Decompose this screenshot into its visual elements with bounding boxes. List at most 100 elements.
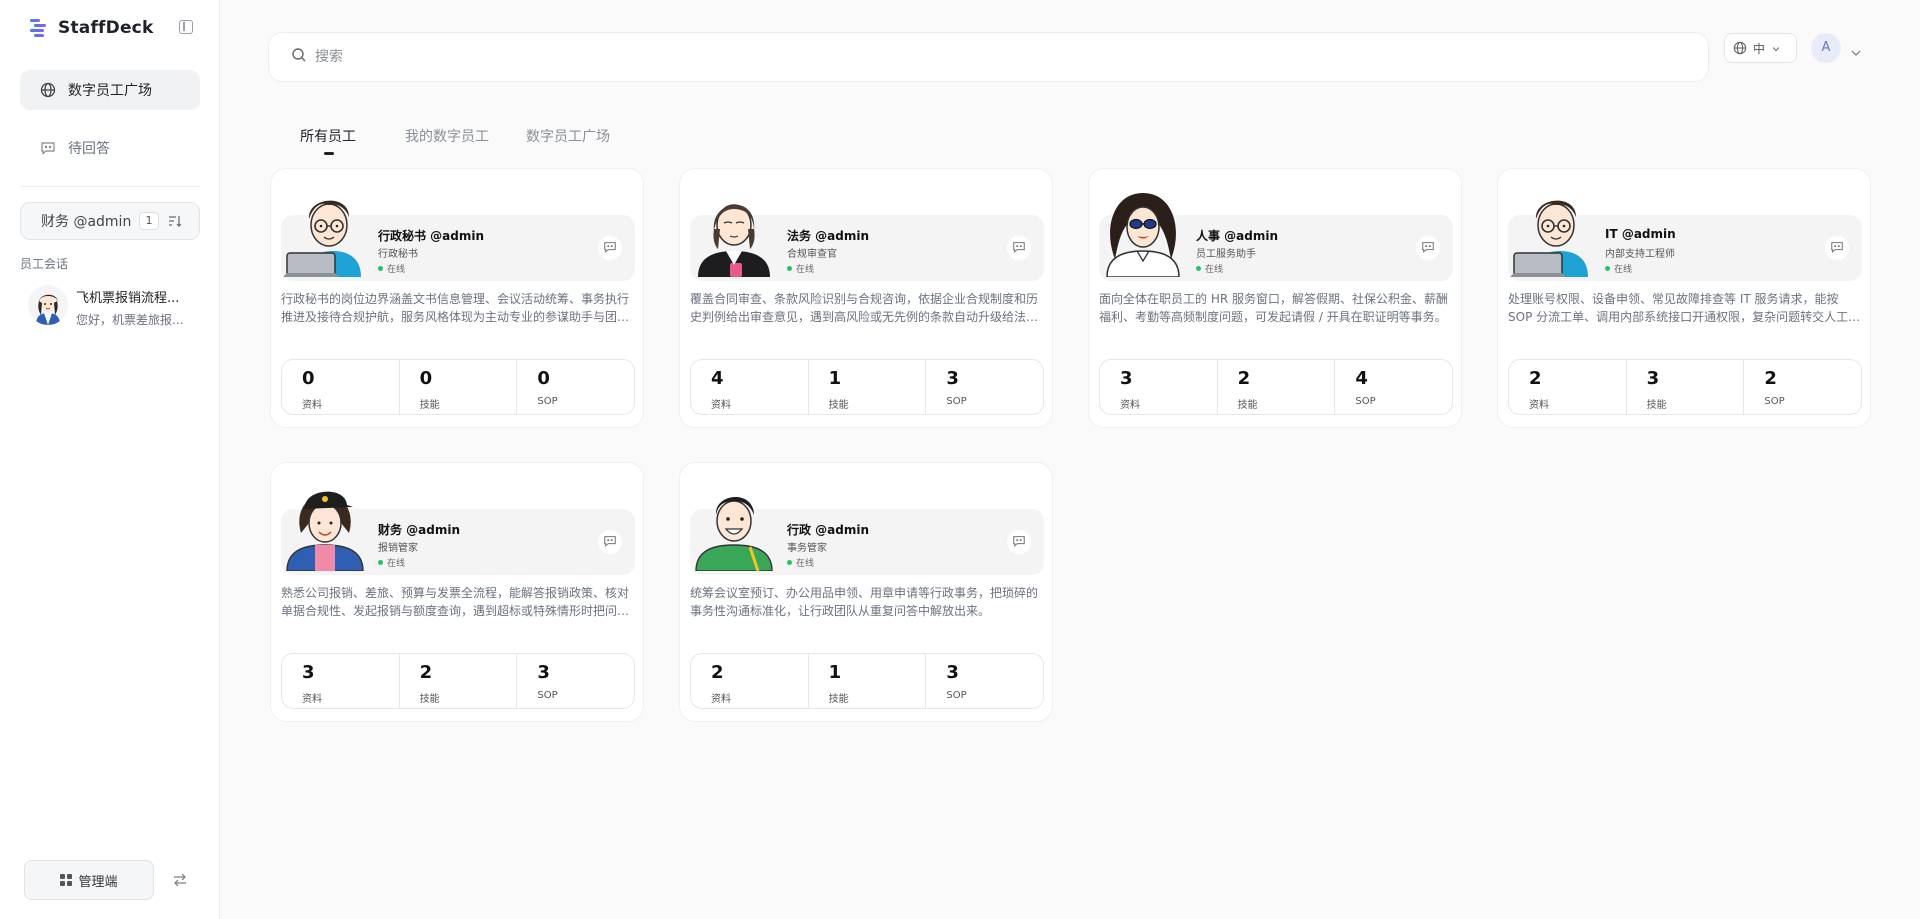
status-badge: 在线: [378, 556, 405, 569]
globe-icon: [40, 82, 56, 98]
stat-skills[interactable]: 1 技能: [809, 654, 927, 708]
status-badge: 在线: [787, 262, 814, 275]
user-avatar[interactable]: A: [1811, 33, 1841, 63]
search-bar[interactable]: [268, 32, 1709, 82]
employee-description: 处理账号权限、设备申领、常见故障排查等 IT 服务请求，能按 SOP 分流工单、…: [1508, 292, 1861, 324]
status-label: 在线: [796, 559, 815, 569]
employee-role: 报销管家: [378, 543, 418, 554]
sort-icon[interactable]: [167, 213, 183, 229]
stat-label: 技能: [419, 400, 440, 411]
stat-label: 技能: [1237, 400, 1258, 411]
nav-item-pending[interactable]: 待回答: [20, 128, 200, 168]
stat-docs[interactable]: 3 资料: [282, 654, 400, 708]
stat-skills[interactable]: 1 技能: [809, 360, 927, 414]
chevron-down-icon[interactable]: [1850, 43, 1862, 56]
stat-sop[interactable]: 3 SOP: [517, 654, 634, 708]
stat-docs[interactable]: 2 资料: [1509, 360, 1627, 414]
stat-value: 2: [419, 662, 433, 683]
swap-icon[interactable]: [172, 872, 188, 888]
nav-item-square[interactable]: 数字员工广场: [20, 70, 200, 110]
chat-button[interactable]: [1007, 530, 1031, 554]
tab-my-employees[interactable]: 我的数字员工: [405, 126, 489, 150]
chat-button[interactable]: [598, 530, 622, 554]
stat-value: 1: [828, 662, 842, 683]
sidebar: StaffDeck 数字员工广场 待回答 财务 @admin 1 员工会话 飞机…: [0, 0, 220, 919]
status-label: 在线: [796, 265, 815, 275]
employee-description: 行政秘书的岗位边界涵盖文书信息管理、会议活动统筹、事务执行推进及接待合规护航，服…: [281, 292, 630, 324]
employee-description: 覆盖合同审查、条款风险识别与合规咨询，依据企业合规制度和历史判例给出审查意见，遇…: [690, 292, 1039, 324]
stat-value: 2: [1237, 368, 1251, 389]
chat-icon: [603, 533, 617, 552]
online-dot-icon: [787, 266, 792, 271]
stat-value: 1: [828, 368, 842, 389]
stat-docs[interactable]: 3 资料: [1100, 360, 1218, 414]
stat-skills[interactable]: 0 技能: [400, 360, 518, 414]
employee-description: 面向全体在职员工的 HR 服务窗口，解答假期、社保公积金、薪酬福利、考勤等高频制…: [1099, 292, 1448, 324]
employee-avatar: [688, 473, 778, 572]
stat-label: 技能: [828, 694, 849, 705]
stat-value: 3: [946, 368, 959, 389]
stat-sop[interactable]: 4 SOP: [1335, 360, 1452, 414]
language-switcher[interactable]: 中: [1724, 33, 1797, 63]
employee-card[interactable]: 财务 @admin 报销管家 在线 熟悉公司报销、差旅、预算与发票全流程，能解答…: [270, 462, 644, 722]
stat-sop[interactable]: 3 SOP: [926, 360, 1043, 414]
search-input[interactable]: [315, 49, 1615, 65]
employee-role: 行政秘书: [378, 249, 418, 260]
nav-item-label: 待回答: [68, 141, 110, 157]
stat-skills[interactable]: 2 技能: [1218, 360, 1336, 414]
conversation-item[interactable]: 飞机票报销流程... 您好，机票差旅报...: [28, 285, 198, 329]
stat-docs[interactable]: 0 资料: [282, 360, 400, 414]
chat-button[interactable]: [598, 236, 622, 260]
employee-stats: 2 资料 3 技能 2 SOP: [1508, 359, 1862, 415]
status-label: 在线: [387, 559, 406, 569]
employee-name: 人事 @admin: [1196, 229, 1279, 243]
online-dot-icon: [378, 560, 383, 565]
online-dot-icon: [1196, 266, 1201, 271]
agent-switcher[interactable]: 财务 @admin 1: [20, 202, 200, 240]
stat-sop[interactable]: 3 SOP: [926, 654, 1043, 708]
stat-skills[interactable]: 3 技能: [1627, 360, 1745, 414]
brand-logo-icon: [28, 18, 48, 38]
chat-icon: [40, 140, 56, 156]
stat-sop[interactable]: 2 SOP: [1744, 360, 1861, 414]
sidebar-collapse-icon[interactable]: [179, 20, 193, 34]
employee-card[interactable]: 行政 @admin 事务管家 在线 统筹会议室预订、办公用品申领、用章申请等行政…: [679, 462, 1053, 722]
stat-label: SOP: [946, 396, 967, 407]
chat-icon: [1012, 239, 1026, 258]
admin-console-button[interactable]: 管理端: [24, 860, 154, 900]
chat-button[interactable]: [1416, 236, 1440, 260]
stat-sop[interactable]: 0 SOP: [517, 360, 634, 414]
employee-card[interactable]: 人事 @admin 员工服务助手 在线 面向全体在职员工的 HR 服务窗口，解答…: [1088, 168, 1462, 428]
stat-label: SOP: [537, 396, 558, 407]
stat-skills[interactable]: 2 技能: [400, 654, 518, 708]
stat-value: 2: [711, 662, 724, 683]
tab-employee-square[interactable]: 数字员工广场: [526, 126, 610, 150]
nav-item-label: 数字员工广场: [68, 83, 152, 99]
brand-name: StaffDeck: [58, 18, 154, 38]
conversation-avatar: [28, 285, 68, 325]
status-badge: 在线: [378, 262, 405, 275]
stat-value: 3: [1646, 368, 1660, 389]
stat-label: 资料: [1529, 400, 1549, 411]
chat-button[interactable]: [1825, 236, 1849, 260]
stat-docs[interactable]: 4 资料: [691, 360, 809, 414]
chevron-down-icon: [1771, 43, 1781, 53]
stat-value: 3: [1120, 368, 1133, 389]
status-label: 在线: [1205, 265, 1224, 275]
stat-docs[interactable]: 2 资料: [691, 654, 809, 708]
employee-card[interactable]: IT @admin 内部支持工程师 在线 处理账号权限、设备申领、常见故障排查等…: [1497, 168, 1871, 428]
stat-label: 技能: [828, 400, 849, 411]
employee-name: 行政 @admin: [787, 523, 870, 537]
chat-button[interactable]: [1007, 236, 1031, 260]
stat-value: 2: [1529, 368, 1542, 389]
employee-avatar: [1506, 179, 1596, 278]
stat-value: 0: [537, 368, 550, 389]
employee-card[interactable]: 行政秘书 @admin 行政秘书 在线 行政秘书的岗位边界涵盖文书信息管理、会议…: [270, 168, 644, 428]
tab-all-employees[interactable]: 所有员工: [300, 126, 356, 150]
stat-label: 资料: [1120, 400, 1140, 411]
employee-card[interactable]: 法务 @admin 合规审查官 在线 覆盖合同审查、条款风险识别与合规咨询，依据…: [679, 168, 1053, 428]
stat-value: 2: [1764, 368, 1777, 389]
employee-role: 内部支持工程师: [1605, 249, 1675, 260]
stat-label: 资料: [711, 694, 731, 705]
brand[interactable]: StaffDeck: [28, 16, 153, 40]
